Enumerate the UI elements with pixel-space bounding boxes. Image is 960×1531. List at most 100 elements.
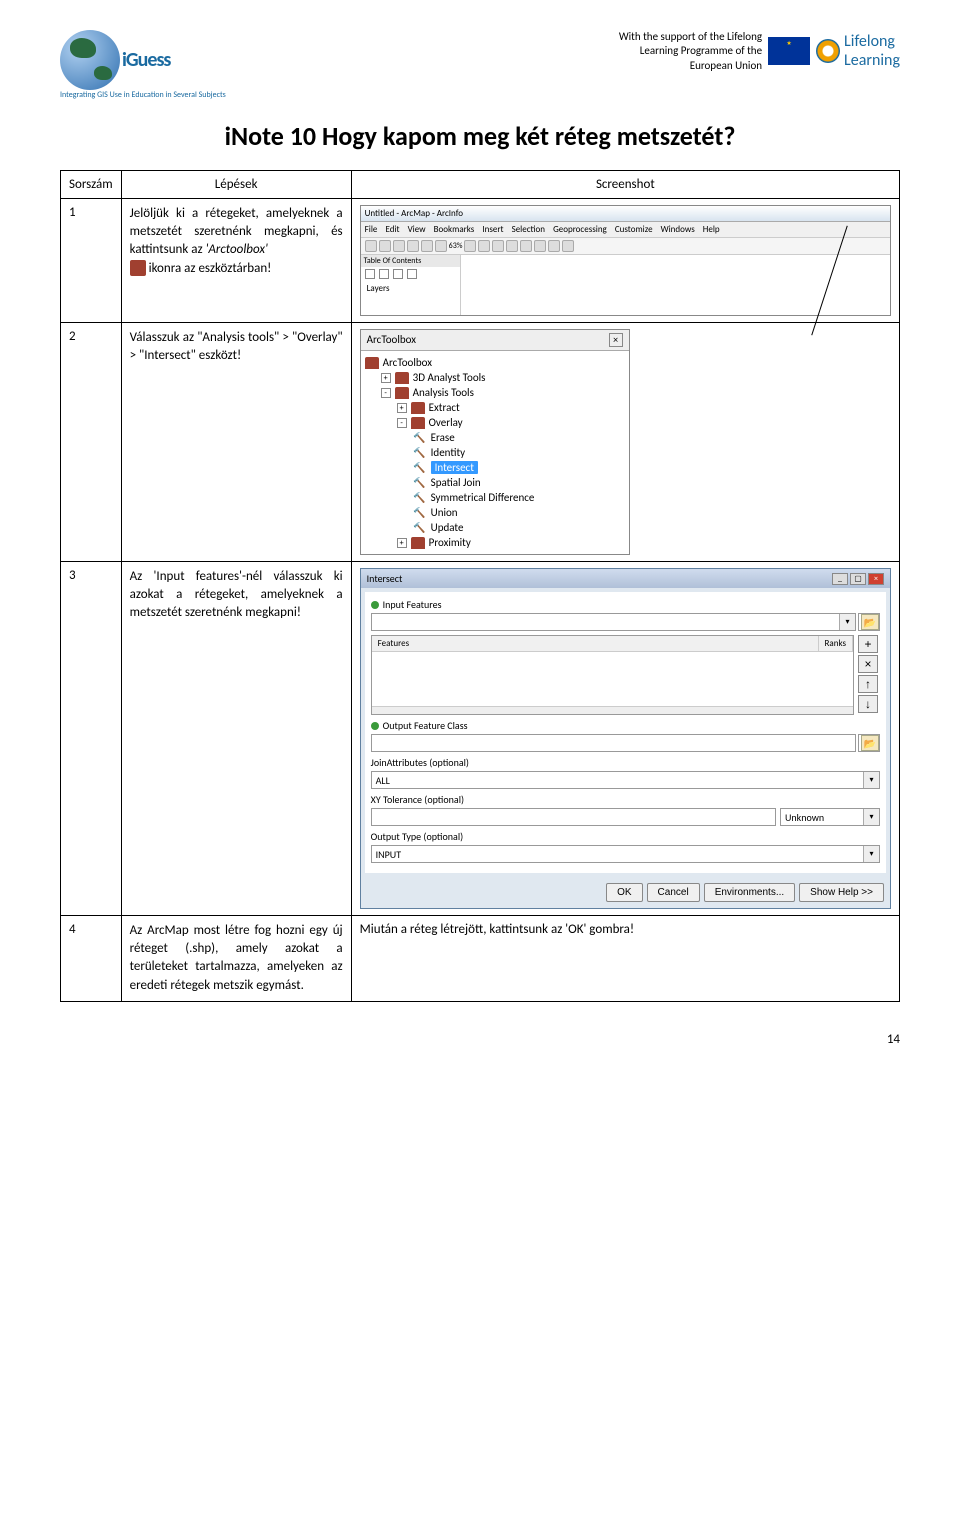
step-number: 2: [61, 323, 122, 562]
maximize-icon[interactable]: ▢: [850, 573, 866, 585]
output-type-dropdown[interactable]: INPUT▾: [371, 845, 880, 863]
close-icon[interactable]: ×: [609, 333, 623, 347]
tree-tool[interactable]: Erase: [365, 430, 625, 445]
tree-node[interactable]: -Overlay: [365, 415, 625, 430]
menu-bar: File Edit View Bookmarks Insert Selectio…: [361, 222, 890, 238]
intersect-dialog-screenshot: Intersect _ ▢ × Input Features ▾ 📂: [360, 568, 891, 909]
features-list[interactable]: Features Ranks: [371, 635, 854, 715]
toolbar-icon[interactable]: [534, 240, 546, 252]
lifelong-logo: Lifelong Learning: [816, 32, 900, 70]
folder-icon: 📂: [861, 735, 879, 751]
add-button[interactable]: +: [858, 635, 878, 653]
toc-title: Table Of Contents: [361, 255, 460, 267]
menu-item[interactable]: Geoprocessing: [553, 224, 607, 235]
browse-button[interactable]: 📂: [858, 734, 880, 752]
zoom-value: 63%: [449, 241, 463, 251]
toolbox-icon: [365, 357, 379, 369]
step-text: Az 'Input features'-nél válasszuk ki azo…: [121, 562, 351, 916]
tree-node[interactable]: -Analysis Tools: [365, 385, 625, 400]
input-features-label: Input Features: [383, 598, 442, 611]
chevron-down-icon[interactable]: ▾: [863, 846, 879, 862]
tree-tool[interactable]: Update: [365, 520, 625, 535]
iguess-logo: iGuess Integrating GIS Use in Education …: [60, 30, 240, 100]
required-dot-icon: [371, 722, 379, 730]
menu-item[interactable]: Bookmarks: [434, 224, 475, 235]
menu-item[interactable]: Selection: [512, 224, 545, 235]
collapse-icon[interactable]: -: [397, 418, 407, 428]
input-features-dropdown[interactable]: ▾: [371, 613, 856, 631]
step-number: 1: [61, 199, 122, 323]
close-icon[interactable]: ×: [868, 573, 884, 585]
tree-tool[interactable]: Union: [365, 505, 625, 520]
screenshot-cell: ArcToolbox × ArcToolbox +3D Analyst Tool…: [351, 323, 899, 562]
hammer-icon: [413, 446, 427, 459]
tree-tool[interactable]: Spatial Join: [365, 475, 625, 490]
dialog-title: Intersect: [367, 572, 403, 585]
toolbar-icon[interactable]: [548, 240, 560, 252]
tree-tool[interactable]: Symmetrical Difference: [365, 490, 625, 505]
globe-icon: iGuess: [60, 30, 240, 90]
toolbar-icon[interactable]: [562, 240, 574, 252]
remove-button[interactable]: ×: [858, 655, 878, 673]
output-class-field[interactable]: [371, 734, 856, 752]
ok-button[interactable]: OK: [606, 883, 642, 902]
result-cell: Miután a réteg létrejött, kattintsunk az…: [351, 916, 899, 1002]
hammer-icon: [413, 476, 427, 489]
tree-tool-selected[interactable]: Intersect: [365, 460, 625, 475]
menu-item[interactable]: Help: [703, 224, 720, 235]
menu-item[interactable]: View: [408, 224, 426, 235]
tree-tool[interactable]: Identity: [365, 445, 625, 460]
tree-node[interactable]: +Proximity: [365, 535, 625, 550]
menu-item[interactable]: Customize: [615, 224, 653, 235]
tree-node[interactable]: ArcToolbox: [365, 355, 625, 370]
toolbar-icon[interactable]: [520, 240, 532, 252]
chevron-down-icon[interactable]: ▾: [863, 772, 879, 788]
toolbar: 63%: [361, 238, 890, 255]
ranks-column: Ranks: [819, 636, 853, 651]
expand-icon[interactable]: +: [397, 538, 407, 548]
expand-icon[interactable]: +: [397, 403, 407, 413]
iguess-brand-text: iGuess: [122, 48, 170, 72]
tree-node[interactable]: +Extract: [365, 400, 625, 415]
expand-icon[interactable]: +: [381, 373, 391, 383]
chevron-down-icon[interactable]: ▾: [863, 809, 879, 825]
iguess-subtitle: Integrating GIS Use in Education in Seve…: [60, 90, 240, 100]
menu-item[interactable]: File: [365, 224, 378, 235]
toolbar-icon[interactable]: [421, 240, 433, 252]
toolbar-icon[interactable]: [435, 240, 447, 252]
toolbar-icon[interactable]: [492, 240, 504, 252]
environments-button[interactable]: Environments...: [704, 883, 795, 902]
table-row: 3 Az 'Input features'-nél válasszuk ki a…: [61, 562, 900, 916]
menu-item[interactable]: Edit: [385, 224, 399, 235]
cancel-button[interactable]: Cancel: [647, 883, 700, 902]
collapse-icon[interactable]: -: [381, 388, 391, 398]
xy-unit-dropdown[interactable]: Unknown▾: [780, 808, 880, 826]
scrollbar[interactable]: [372, 706, 853, 714]
toolbar-icon[interactable]: [379, 240, 391, 252]
chevron-down-icon[interactable]: ▾: [839, 614, 855, 630]
map-canvas: [461, 255, 890, 315]
move-down-button[interactable]: ↓: [858, 695, 878, 713]
show-help-button[interactable]: Show Help >>: [799, 883, 884, 902]
page-header: iGuess Integrating GIS Use in Education …: [60, 30, 900, 100]
toolbox-icon: [411, 537, 425, 549]
toolbar-icon[interactable]: [365, 240, 377, 252]
move-up-button[interactable]: ↑: [858, 675, 878, 693]
toolbar-icon[interactable]: [478, 240, 490, 252]
tree-node[interactable]: +3D Analyst Tools: [365, 370, 625, 385]
menu-item[interactable]: Windows: [661, 224, 695, 235]
browse-button[interactable]: 📂: [858, 613, 880, 631]
table-row: 2 Válasszuk az "Analysis tools" > "Overl…: [61, 323, 900, 562]
panel-title: ArcToolbox ×: [361, 330, 629, 351]
hammer-icon: [413, 461, 427, 474]
xy-tolerance-field[interactable]: [371, 808, 776, 826]
toolbar-icon[interactable]: [464, 240, 476, 252]
layers-item[interactable]: Layers: [361, 281, 460, 296]
join-attr-dropdown[interactable]: ALL▾: [371, 771, 880, 789]
toolbar-icon[interactable]: [393, 240, 405, 252]
toolbar-icon[interactable]: [506, 240, 518, 252]
toolbar-icon[interactable]: [407, 240, 419, 252]
features-column: Features: [372, 636, 819, 651]
minimize-icon[interactable]: _: [832, 573, 848, 585]
menu-item[interactable]: Insert: [482, 224, 503, 235]
